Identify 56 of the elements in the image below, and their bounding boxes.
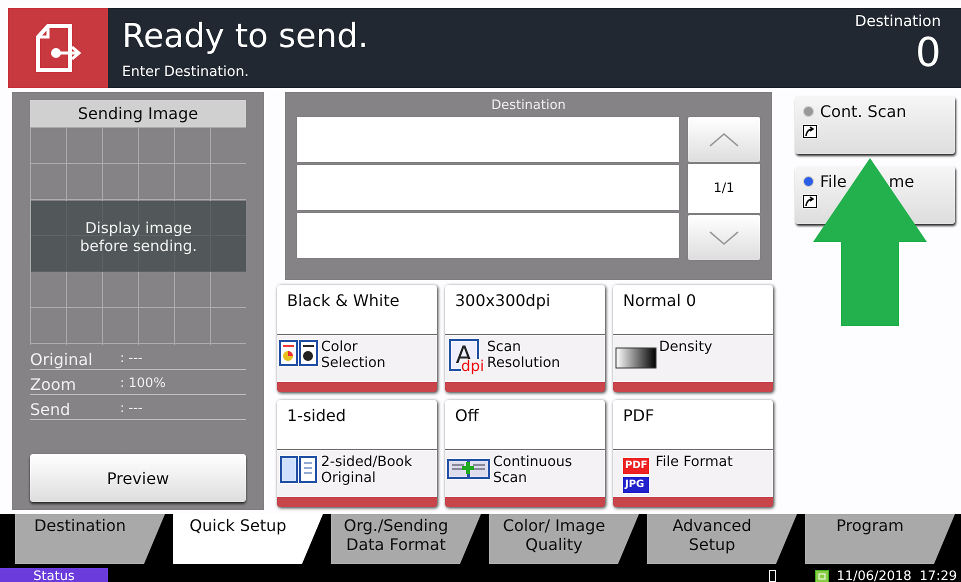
preview-message: Display image before sending. bbox=[78, 218, 198, 254]
status-title: Ready to send. bbox=[122, 16, 370, 56]
panel-title: Sending Image bbox=[30, 100, 246, 127]
destination-row[interactable] bbox=[297, 117, 679, 162]
scroll-up-button[interactable] bbox=[688, 117, 760, 162]
setting-value: PDF bbox=[623, 406, 654, 425]
function-key[interactable]: 1-sided 2-sided/Book Original bbox=[277, 400, 437, 507]
tab[interactable]: Advanced Setup bbox=[647, 514, 797, 564]
status-subtitle: Enter Destination. bbox=[122, 64, 250, 80]
chevron-down-icon bbox=[709, 230, 739, 244]
tab[interactable]: Program bbox=[805, 514, 955, 564]
destination-row[interactable] bbox=[297, 213, 679, 258]
function-key[interactable]: Black & White Color Selection bbox=[277, 285, 437, 392]
function-label: 2-sided/Book Original bbox=[321, 454, 414, 486]
panel-title: Destination bbox=[490, 98, 567, 113]
tab[interactable]: Color/ Image Quality bbox=[489, 514, 639, 564]
info-label: Send bbox=[30, 400, 72, 419]
duplex-icon bbox=[279, 454, 319, 484]
info-label: Original bbox=[30, 350, 94, 369]
destination-count: 0 bbox=[916, 30, 941, 76]
send-document-icon bbox=[34, 23, 82, 73]
shortcut-icon bbox=[803, 125, 817, 138]
function-label: Color Selection bbox=[321, 339, 387, 371]
info-value: : --- bbox=[120, 351, 143, 368]
function-key[interactable]: Off Continuous Scan bbox=[445, 400, 605, 507]
setting-value: Off bbox=[455, 406, 479, 425]
color-mode-icon bbox=[279, 339, 319, 367]
status-button[interactable]: Status bbox=[0, 568, 108, 582]
function-label: Scan Resolution bbox=[487, 339, 562, 371]
destination-row[interactable] bbox=[297, 165, 679, 210]
function-key[interactable]: PDF PDF JPG File Format bbox=[613, 400, 773, 507]
tab[interactable]: Org./Sending Data Format bbox=[331, 514, 481, 564]
info-value: : --- bbox=[120, 401, 143, 418]
option-button[interactable]: Cont. Scan bbox=[795, 96, 955, 154]
setting-value: Normal 0 bbox=[623, 291, 696, 310]
status-time: 17:29 bbox=[920, 568, 957, 582]
shortcut-icon bbox=[803, 195, 817, 208]
memory-icon bbox=[814, 570, 829, 582]
info-value: : 100% bbox=[120, 376, 166, 393]
tab[interactable]: Quick Setup bbox=[173, 514, 323, 564]
tab[interactable]: Destination bbox=[15, 514, 165, 564]
function-label: Continuous Scan bbox=[493, 454, 574, 486]
counter-label: Destination bbox=[854, 12, 941, 30]
gradient-icon bbox=[615, 347, 657, 369]
function-label: File Format bbox=[655, 454, 734, 470]
info-label: Zoom bbox=[30, 375, 78, 394]
setting-value: 1-sided bbox=[287, 406, 346, 425]
setting-value: 300x300dpi bbox=[455, 291, 550, 310]
function-label: Density bbox=[659, 339, 714, 355]
setting-value: Black & White bbox=[287, 291, 400, 310]
function-key[interactable]: Normal 0 Density bbox=[613, 285, 773, 392]
status-date: 11/06/2018 bbox=[836, 568, 912, 582]
scroll-down-button[interactable] bbox=[688, 215, 760, 260]
chevron-up-icon bbox=[709, 132, 739, 146]
page-indicator: 1/1 bbox=[688, 164, 760, 213]
preview-button[interactable]: Preview bbox=[30, 454, 246, 502]
